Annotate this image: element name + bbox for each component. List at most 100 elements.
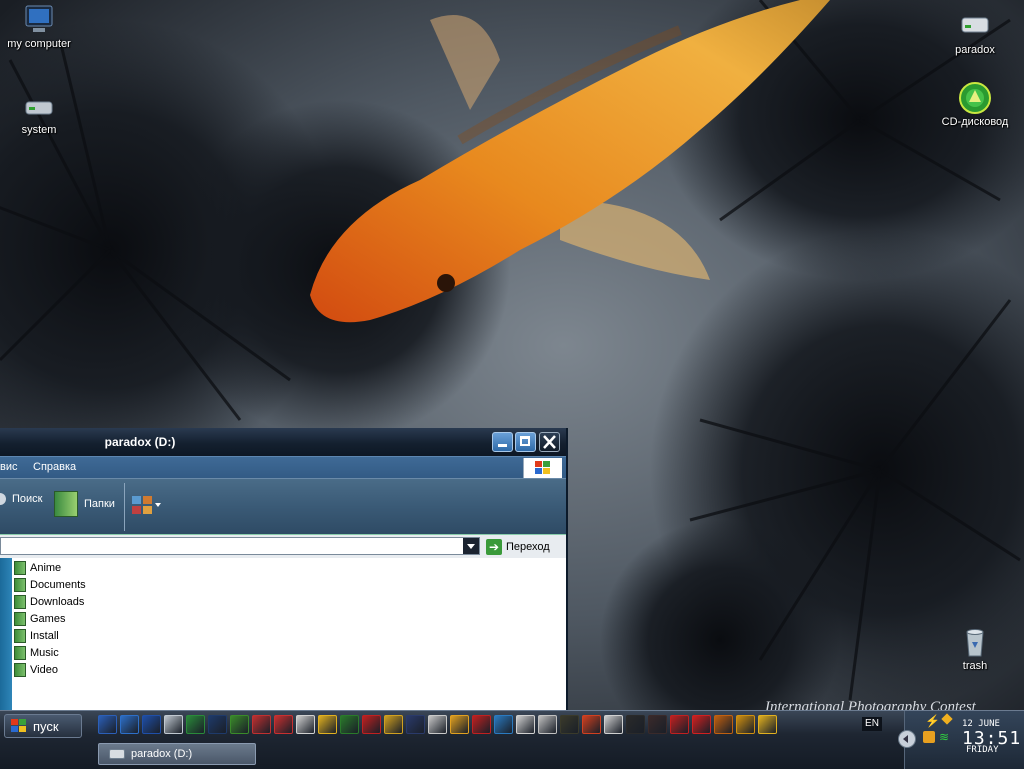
quick-launch-icon[interactable] [560, 715, 579, 734]
hard-drive-icon [959, 10, 991, 42]
quick-launch-icon[interactable] [406, 715, 425, 734]
quick-launch-icon[interactable] [252, 715, 271, 734]
menu-item-service[interactable]: вис [0, 461, 18, 473]
task-pane-strip [0, 558, 12, 710]
folder-item[interactable]: Games [14, 611, 65, 627]
quick-launch-icon[interactable] [494, 715, 513, 734]
quick-launch-icon[interactable] [340, 715, 359, 734]
quick-launch-icon[interactable] [296, 715, 315, 734]
quick-launch-icon[interactable] [538, 715, 557, 734]
folder-icon [14, 561, 26, 575]
quick-launch-icon[interactable] [648, 715, 667, 734]
folder-item[interactable]: Install [14, 628, 59, 644]
folder-name: Documents [30, 579, 86, 591]
quick-launch-icon[interactable] [384, 715, 403, 734]
quick-launch-icon[interactable] [472, 715, 491, 734]
folder-item[interactable]: Video [14, 662, 58, 678]
toolbar-separator [124, 483, 125, 531]
search-button[interactable]: Поиск [0, 493, 42, 505]
wifi-icon[interactable]: ≋ [939, 731, 953, 743]
quick-launch-icon[interactable] [758, 715, 777, 734]
folders-icon [54, 491, 78, 517]
maximize-button[interactable] [515, 432, 536, 452]
desktop-icon-system[interactable]: system [0, 90, 78, 136]
folders-button-label: Папки [84, 498, 115, 510]
close-button[interactable] [539, 432, 560, 452]
folder-item[interactable]: Documents [14, 577, 86, 593]
folders-button[interactable]: Папки [54, 491, 115, 517]
folder-item[interactable]: Music [14, 645, 59, 661]
lightning-icon[interactable]: ⚡ [925, 715, 940, 727]
language-indicator[interactable]: EN [862, 717, 882, 731]
quick-launch-icon[interactable] [428, 715, 447, 734]
go-button[interactable]: ➔ Переход [486, 537, 550, 557]
desktop-icon-trash[interactable]: trash [936, 626, 1014, 672]
windows-flag-icon [523, 458, 562, 478]
quick-launch-icon[interactable] [450, 715, 469, 734]
go-arrow-icon: ➔ [486, 539, 502, 555]
folder-icon [14, 578, 26, 592]
minimize-icon [498, 444, 507, 447]
desktop-icon-label: CD-дисковод [941, 116, 1009, 128]
desktop-icon-cd-drive[interactable]: CD-дисковод [936, 82, 1014, 128]
chevron-down-icon [155, 503, 161, 507]
taskbar-item-explorer[interactable]: paradox (D:) [98, 743, 256, 765]
folder-item[interactable]: Downloads [14, 594, 84, 610]
search-button-label: Поиск [12, 493, 43, 505]
maximize-icon [520, 436, 530, 446]
chevron-down-icon [467, 544, 475, 549]
quick-launch-icon[interactable] [736, 715, 755, 734]
taskbar: пуск EN paradox (D:) ⚡ ≋ 12 JUNE 13:51 F… [0, 710, 1024, 769]
start-button[interactable]: пуск [4, 714, 82, 738]
folder-name: Games [30, 613, 66, 625]
quick-launch-icon[interactable] [164, 715, 183, 734]
desktop-icon-paradox[interactable]: paradox [936, 10, 1014, 56]
folder-name: Video [30, 664, 58, 676]
file-list: Anime Documents Downloads Games Install … [0, 558, 566, 710]
folder-name: Music [30, 647, 59, 659]
explorer-window: paradox (D:) вис Справка Поиск Папки ➔ П… [0, 428, 568, 710]
quick-launch-icon[interactable] [98, 715, 117, 734]
window-title: paradox (D:) [104, 435, 176, 449]
minimize-button[interactable] [492, 432, 513, 452]
quick-launch-icon[interactable] [274, 715, 293, 734]
desktop-icon-label: trash [962, 660, 988, 672]
quick-launch-icon[interactable] [714, 715, 733, 734]
quick-launch-icon[interactable] [582, 715, 601, 734]
explorer-titlebar[interactable]: paradox (D:) [0, 428, 566, 456]
folder-name: Anime [30, 562, 62, 574]
quick-launch-icon[interactable] [626, 715, 645, 734]
views-button[interactable] [131, 495, 161, 515]
folder-icon [14, 595, 26, 609]
address-bar: ➔ Переход [0, 534, 566, 559]
tray-expand-button[interactable] [898, 730, 916, 748]
folder-icon [14, 629, 26, 643]
desktop-icon-my-computer[interactable]: my computer [0, 4, 78, 50]
quick-launch-icon[interactable] [670, 715, 689, 734]
quick-launch-icon[interactable] [186, 715, 205, 734]
views-icon [132, 496, 152, 514]
quick-launch-icon[interactable] [230, 715, 249, 734]
folder-icon [14, 646, 26, 660]
clock-day[interactable]: FRIDAY [966, 745, 999, 755]
quick-launch-icon[interactable] [120, 715, 139, 734]
menu-item-help[interactable]: Справка [33, 461, 76, 473]
folder-item[interactable]: Anime [14, 560, 61, 576]
desktop-icon-label: my computer [7, 38, 71, 50]
address-input[interactable] [0, 537, 480, 555]
quick-launch-icon[interactable] [318, 715, 337, 734]
network-icon[interactable] [923, 731, 935, 743]
address-dropdown-button[interactable] [463, 538, 479, 554]
quick-launch-icon[interactable] [208, 715, 227, 734]
monitor-icon [23, 4, 55, 36]
folder-icon [14, 663, 26, 677]
quick-launch-icon[interactable] [604, 715, 623, 734]
quick-launch-icon[interactable] [142, 715, 161, 734]
quick-launch-icon[interactable] [516, 715, 535, 734]
quick-launch-icon[interactable] [692, 715, 711, 734]
quick-launch-bar [98, 715, 777, 735]
sparkle-icon[interactable] [941, 713, 953, 725]
quick-launch-icon[interactable] [362, 715, 381, 734]
search-icon [0, 493, 6, 505]
recycle-bin-icon [959, 626, 991, 658]
